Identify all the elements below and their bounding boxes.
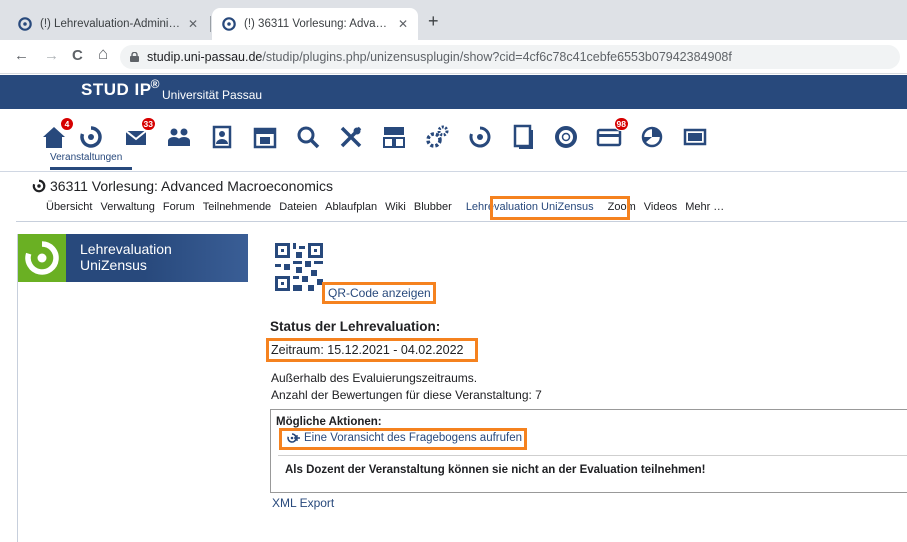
home-button[interactable]: ⌂: [98, 45, 108, 62]
tab-dateien[interactable]: Dateien: [279, 200, 317, 214]
banner-line-2: UniZensus: [80, 257, 147, 273]
search-icon: [297, 126, 320, 149]
reload-button[interactable]: C: [72, 48, 83, 64]
lecturer-notice: Als Dozent der Veranstaltung können sie …: [285, 464, 706, 476]
browser-tab-lehrevaluation-admin[interactable]: (!) Lehrevaluation-Administration ✕: [8, 8, 208, 40]
banner-text: Lehrevaluation UniZensus: [80, 241, 172, 273]
tab-close-icon[interactable]: ✕: [188, 17, 198, 31]
tab-forum[interactable]: Forum: [163, 200, 195, 214]
browser-tab-course[interactable]: (!) 36311 Vorlesung: Advanced Macroecono…: [212, 8, 418, 40]
notification-badge: 4: [60, 117, 74, 131]
tab-uebersicht[interactable]: Übersicht: [46, 200, 92, 214]
preview-icon: [287, 433, 300, 443]
course-title: 36311 Vorlesung: Advanced Macroeconomics: [32, 178, 333, 194]
nav-search[interactable]: [294, 123, 322, 151]
tab-close-icon[interactable]: ✕: [398, 17, 408, 31]
nav-admin[interactable]: [380, 123, 408, 151]
nav-files[interactable]: [509, 123, 537, 151]
notification-badge: 98: [613, 117, 629, 131]
course-title-text: 36311 Vorlesung: Advanced Macroeconomics: [50, 178, 334, 194]
main-navigation: 4 33 98 Veranstaltungen: [0, 109, 907, 172]
ratings-count-text: Anzahl der Bewertungen für diese Veranst…: [271, 388, 542, 402]
actions-divider: [278, 455, 907, 456]
tab-title: (!) 36311 Vorlesung: Advanced Macroecono…: [244, 18, 392, 30]
profile-icon: [212, 125, 232, 149]
nav-community[interactable]: [165, 123, 193, 151]
banner-line-1: Lehrevaluation: [80, 241, 172, 257]
back-button[interactable]: ←: [14, 48, 29, 64]
files-icon: [513, 124, 533, 149]
nav-courses[interactable]: [77, 123, 105, 151]
courses-icon: [80, 126, 102, 148]
tab-separator: [210, 16, 211, 32]
new-tab-button[interactable]: +: [428, 12, 439, 30]
logo-text: STUD IP: [81, 80, 152, 99]
nav-home[interactable]: 4: [40, 117, 74, 151]
unizensus-logo-icon: [25, 241, 59, 275]
highlight-box-tab: [490, 196, 630, 220]
gear-icon: [426, 125, 449, 148]
nav-screen[interactable]: [681, 123, 709, 151]
planner-icon: [253, 127, 277, 149]
tools-icon: [340, 126, 362, 148]
forward-button[interactable]: →: [44, 48, 59, 64]
university-name: Universität Passau: [162, 88, 263, 102]
studip-favicon-icon: [222, 17, 236, 31]
period-status-text: Außerhalb des Evaluierungszeitraums.: [271, 371, 478, 385]
nav-tools[interactable]: [337, 123, 365, 151]
evaluation-period: Zeitraum: 15.12.2021 - 04.02.2022: [271, 343, 464, 357]
nav-config[interactable]: [423, 123, 451, 151]
tab-videos[interactable]: Videos: [644, 200, 677, 214]
messages-badge: 33: [140, 117, 156, 131]
unizensus-banner: Lehrevaluation UniZensus: [18, 234, 248, 282]
url-host: studip.uni-passau.de: [147, 50, 263, 64]
nav-messages[interactable]: 33: [122, 117, 156, 151]
tab-ablaufplan[interactable]: Ablaufplan: [325, 200, 377, 214]
qr-code-link[interactable]: QR-Code anzeigen: [328, 286, 431, 300]
actions-label: Mögliche Aktionen:: [276, 416, 382, 428]
studip-header: STUD IP® Universität Passau: [0, 75, 907, 109]
tab-verwaltung[interactable]: Verwaltung: [100, 200, 154, 214]
nav-stats[interactable]: [638, 123, 666, 151]
status-heading: Status der Lehrevaluation:: [270, 319, 441, 334]
divider: [16, 221, 907, 222]
lifebuoy-icon: [555, 126, 577, 148]
nav-help[interactable]: [552, 123, 580, 151]
tab-title: (!) Lehrevaluation-Administration: [40, 18, 182, 30]
xml-export-link[interactable]: XML Export: [272, 496, 334, 510]
nav-active-indicator: [50, 167, 132, 170]
nav-active-label: Veranstaltungen: [50, 152, 123, 163]
nav-payments[interactable]: 98: [595, 117, 629, 151]
courseware-icon: [469, 126, 491, 148]
admin-icon: [383, 127, 405, 148]
tab-mehr[interactable]: Mehr …: [685, 200, 724, 214]
course-icon: [32, 179, 46, 193]
url-field[interactable]: studip.uni-passau.de/studip/plugins.php/…: [120, 45, 900, 69]
studip-logo[interactable]: STUD IP®: [81, 77, 161, 100]
browser-tab-strip: (!) Lehrevaluation-Administration ✕ (!) …: [0, 0, 907, 40]
preview-link-text: Eine Voransicht des Fragebogens aufrufen: [304, 432, 523, 444]
logo-mark-icon: ®: [150, 77, 160, 91]
tab-blubber[interactable]: Blubber: [414, 200, 452, 214]
lock-icon: [130, 52, 139, 62]
nav-courseware[interactable]: [466, 123, 494, 151]
tab-wiki[interactable]: Wiki: [385, 200, 406, 214]
unizensus-logo: [18, 234, 66, 282]
url-path: /studip/plugins.php/unizensusplugin/show…: [262, 50, 732, 64]
nav-profile[interactable]: [208, 123, 236, 151]
studip-favicon-icon: [18, 17, 32, 31]
nav-planner[interactable]: [251, 123, 279, 151]
tab-teilnehmende[interactable]: Teilnehmende: [203, 200, 272, 214]
browser-address-bar: ← → C ⌂ studip.uni-passau.de/studip/plug…: [0, 40, 907, 74]
community-icon: [168, 128, 190, 146]
screen-icon: [683, 128, 707, 146]
qr-code-icon[interactable]: [275, 243, 323, 291]
questionnaire-preview-link[interactable]: Eine Voransicht des Fragebogens aufrufen: [286, 432, 522, 444]
pie-chart-icon: [641, 126, 663, 148]
